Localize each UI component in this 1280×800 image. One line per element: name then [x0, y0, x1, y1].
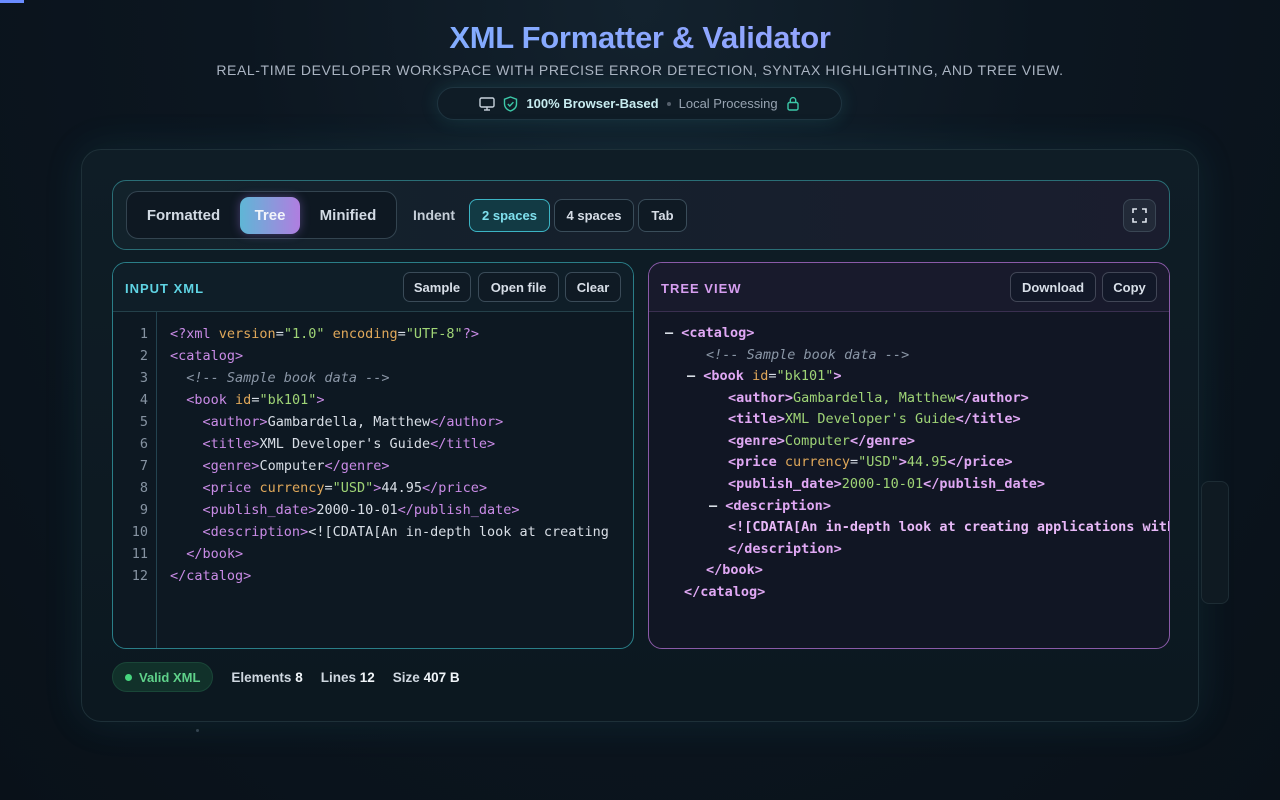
tree-node-description-close: </description> [728, 541, 842, 557]
line-number: 2 [139, 348, 148, 364]
indent-2-spaces-button[interactable]: 2 spaces [469, 199, 550, 232]
decorative-dot [196, 729, 199, 732]
code-line: <price currency="USD">44.95</price> [202, 480, 488, 496]
size-value: Size 407 B [392, 669, 460, 685]
tree-view-panel: TREE VIEW Download Copy – <catalog> <!--… [648, 262, 1170, 649]
tree-node-catalog-close: </catalog> [684, 584, 766, 600]
line-number-gutter: 1 2 3 4 5 6 7 8 9 10 11 12 [113, 312, 157, 648]
collapse-toggle[interactable]: – [665, 325, 673, 341]
line-number: 4 [139, 392, 148, 408]
tree-node-title: <title>XML Developer's Guide</title> [728, 411, 1021, 427]
tree-node-price: <price currency="USD">44.95</price> [728, 454, 1013, 470]
line-number: 9 [139, 502, 148, 518]
collapse-toggle[interactable]: – [687, 368, 695, 384]
collapse-toggle[interactable]: – [709, 498, 717, 514]
indent-label: Indent [413, 207, 455, 223]
toolbar: Formatted Tree Minified Indent 2 spaces … [112, 180, 1170, 250]
local-processing-label: Local Processing [678, 96, 778, 111]
elements-count: Elements 8 [231, 669, 303, 685]
line-number: 8 [139, 480, 148, 496]
fullscreen-button[interactable] [1123, 199, 1156, 232]
code-line: <book id="bk101"> [186, 392, 325, 408]
tree-node-cdata: <![CDATA[An in-depth look at creating ap… [728, 519, 1169, 535]
browser-based-label: 100% Browser-Based [526, 96, 659, 111]
line-number: 5 [139, 414, 148, 430]
download-button[interactable]: Download [1010, 272, 1096, 302]
mode-tree-button[interactable]: Tree [240, 197, 300, 234]
privacy-badge: 100% Browser-Based Local Processing [437, 87, 842, 120]
line-number: 7 [139, 458, 148, 474]
code-line: <catalog> [170, 348, 244, 364]
input-panel-header: INPUT XML Sample Open file Clear [113, 263, 633, 312]
clear-button[interactable]: Clear [565, 272, 621, 302]
tree-panel-title: TREE VIEW [661, 281, 742, 296]
mode-minified-button[interactable]: Minified [308, 197, 388, 234]
corner-accent [0, 0, 24, 3]
tree-node-catalog[interactable]: – <catalog> [665, 325, 754, 341]
line-number: 12 [131, 568, 148, 584]
workspace-card: Formatted Tree Minified Indent 2 spaces … [81, 149, 1199, 722]
fullscreen-icon [1132, 208, 1147, 223]
valid-status-dot [125, 673, 132, 681]
tree-node-comment: <!-- Sample book data --> [706, 347, 910, 363]
shield-check-icon [503, 95, 518, 112]
page-subtitle: REAL-TIME DEVELOPER WORKSPACE WITH PRECI… [216, 62, 1064, 78]
code-line: </book> [186, 546, 244, 562]
separator-dot [666, 101, 671, 106]
tree-node-description[interactable]: – <description> [709, 498, 831, 514]
copy-button[interactable]: Copy [1102, 272, 1157, 302]
line-number: 10 [131, 524, 148, 540]
side-panel-handle [1201, 481, 1229, 604]
code-line: <?xml version="1.0" encoding="UTF-8"?> [170, 326, 479, 342]
lines-count: Lines 12 [320, 669, 375, 685]
monitor-icon [479, 96, 496, 111]
line-number: 3 [139, 370, 148, 386]
lock-icon [786, 96, 800, 111]
code-line: <genre>Computer</genre> [202, 458, 390, 474]
code-line: <!-- Sample book data --> [186, 370, 390, 386]
tree-node-genre: <genre>Computer</genre> [728, 433, 915, 449]
line-number: 6 [139, 436, 148, 452]
valid-xml-badge: Valid XML [112, 662, 214, 692]
code-line: <publish_date>2000-10-01</publish_date> [202, 502, 520, 518]
tree-node-author: <author>Gambardella, Matthew</author> [728, 390, 1029, 406]
mode-formatted-button[interactable]: Formatted [135, 197, 232, 234]
tree-panel-header: TREE VIEW Download Copy [649, 263, 1169, 312]
indent-tab-button[interactable]: Tab [638, 199, 687, 232]
indent-4-spaces-button[interactable]: 4 spaces [554, 199, 634, 232]
input-xml-panel: INPUT XML Sample Open file Clear 1 2 3 4… [112, 262, 634, 649]
tree-node-book[interactable]: – <book id="bk101"> [687, 368, 842, 384]
tree-node-book-close: </book> [706, 562, 763, 578]
tree-node-publish-date: <publish_date>2000-10-01</publish_date> [728, 476, 1045, 492]
view-mode-toggle: Formatted Tree Minified [126, 191, 397, 239]
xml-tree: – <catalog> <!-- Sample book data --> – … [649, 312, 1169, 648]
status-bar: Valid XML Elements 8 Lines 12 Size 407 B [112, 662, 460, 692]
code-line: <title>XML Developer's Guide</title> [202, 436, 496, 452]
line-number: 1 [139, 326, 148, 342]
sample-button[interactable]: Sample [403, 272, 471, 302]
xml-code-editor[interactable]: <?xml version="1.0" encoding="UTF-8"?> <c… [170, 312, 622, 648]
open-file-button[interactable]: Open file [478, 272, 559, 302]
code-line: </catalog> [170, 568, 252, 584]
page-title: XML Formatter & Validator [0, 20, 1280, 56]
line-number: 11 [131, 546, 148, 562]
input-panel-title: INPUT XML [125, 281, 205, 296]
code-line: <author>Gambardella, Matthew</author> [202, 414, 504, 430]
code-line: <description><![CDATA[An in-depth look a… [202, 524, 609, 540]
